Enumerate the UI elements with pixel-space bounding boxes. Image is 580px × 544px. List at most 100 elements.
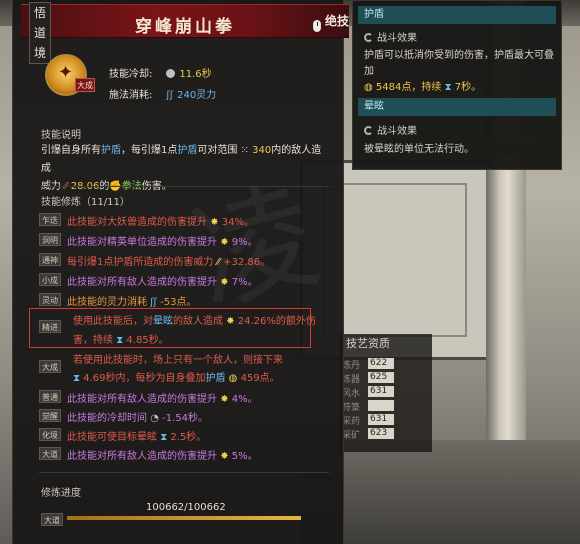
divider — [39, 472, 329, 473]
cultivation-mod: 普通 此技能对所有敌人造成的伤害提升 ✸ 4%。 — [39, 389, 339, 405]
mod-desc: 此技能对所有敌人造成的伤害提升 — [67, 277, 217, 288]
mod-desc: 此技能的灵力消耗 — [67, 297, 147, 308]
mod-text: 每引爆1点护盾所造成的伤害威力 ⁄⁄ +32.86。 — [67, 253, 270, 268]
shield-keyword[interactable]: 护盾 — [177, 145, 197, 156]
progress-tag: 大道 — [41, 513, 63, 526]
mod-value: -1.54秒。 — [162, 413, 208, 424]
stat-value: 623 — [368, 428, 394, 439]
cost-value: 240灵力 — [177, 90, 217, 101]
shield-desc-line: 护盾可以抵消你受到的伤害，护盾最大可叠加 — [364, 50, 554, 77]
skill-name: 穿峰崩山拳 — [135, 17, 235, 37]
stun-subtitle: 战斗效果 — [364, 122, 417, 137]
mod-value: 9%。 — [231, 237, 258, 248]
mod-tag: 觉醒 — [39, 409, 61, 422]
mod-tag: 洞明 — [39, 233, 61, 246]
mod-value: 5%。 — [231, 451, 258, 462]
star-icon: ✸ — [210, 217, 219, 228]
realm-label: 悟 道 境 — [29, 2, 51, 64]
stat-value: 631 — [368, 414, 394, 425]
cost-label: 施法消耗: — [109, 90, 153, 101]
hourglass-icon: ⧗ — [160, 432, 168, 443]
mod-line: 害，持续 ⧗ 4.85秒。 — [73, 331, 169, 346]
mod-tag: 大道 — [39, 447, 61, 460]
mod-value: +32.86。 — [223, 257, 271, 268]
mod-desc: 使用此技能后，对 — [73, 316, 153, 327]
stat-name: 风水 — [342, 389, 361, 399]
star-icon: ✸ — [220, 394, 229, 405]
hourglass-icon: ⧗ — [73, 373, 81, 384]
stat-value: 631 — [368, 386, 394, 397]
cultivation-mod: 大道 此技能对所有敌人造成的伤害提升 ✸ 5%。 — [39, 446, 339, 462]
mod-desc: 此技能对所有敌人造成的伤害提升 — [67, 451, 217, 462]
hourglass-icon: ⧗ — [116, 335, 124, 346]
stat-name: 采矿 — [342, 431, 361, 441]
craft-aptitude-panel: 技艺资质 炼丹 622 炼器 625 风水 631 符箓 采药 631 采矿 623 — [340, 334, 432, 452]
shield-subtitle: 战斗效果 — [364, 29, 417, 44]
spirit-icon: ʃʃ — [150, 297, 157, 308]
clock-icon — [166, 69, 176, 78]
shield-keyword[interactable]: 护盾 — [205, 373, 225, 384]
cooldown-label: 技能冷却: — [109, 69, 153, 80]
stat-row: 风水 631 — [340, 386, 432, 399]
mod-tag: 大成 — [39, 360, 61, 373]
cultivation-mod: 小成 此技能对所有敌人造成的伤害提升 ✸ 7%。 — [39, 272, 339, 288]
progress-value: 100662/100662 — [146, 502, 226, 513]
skill-description: 引爆自身所有护盾，每引爆1点护盾可对范围 ⁙ 340内的敌人造成 威力 ⁄⁄ 2… — [41, 142, 331, 196]
shield-description: 护盾可以抵消你受到的伤害，护盾最大可叠加 ◍ 5484点，持续 ⧗ 7秒。 — [364, 48, 560, 96]
mod-text: 此技能对所有敌人造成的伤害提升 ✸ 5%。 — [67, 447, 258, 462]
stat-name: 采药 — [342, 417, 361, 427]
mod-desc: 4.69秒内，每秒为自身叠加 — [83, 373, 206, 384]
mod-line: 若使用此技能时，场上只有一个敌人，则接下来 — [73, 355, 283, 366]
mod-text: 此技能可使目标晕眩 ⧗ 2.5秒。 — [67, 428, 206, 443]
desc-text: 可对范围 — [197, 145, 238, 156]
shield-keyword[interactable]: 护盾 — [101, 145, 121, 156]
realm-char: 悟 — [33, 6, 46, 20]
shield-icon: ◍ — [364, 82, 373, 93]
realm-char: 道 — [33, 26, 46, 40]
range-value: 340 — [252, 145, 272, 156]
skill-title-bar: 穿峰崩山拳 绝技 — [21, 4, 349, 38]
mod-tag: 小成 — [39, 273, 61, 286]
spirit-icon: ʃʃ — [166, 90, 174, 101]
progress-fill — [67, 516, 301, 520]
stat-name: 炼丹 — [342, 361, 361, 371]
progress-label: 修炼进度 — [41, 488, 81, 499]
mod-value: 4.85秒。 — [126, 335, 169, 346]
mod-desc: 此技能对精英单位造成的伤害提升 — [67, 237, 217, 248]
combat-effect-icon — [364, 126, 373, 135]
cost-row: 施法消耗: ʃʃ 240灵力 — [109, 86, 216, 101]
mod-text: 此技能对精英单位造成的伤害提升 ✸ 9%。 — [67, 233, 258, 248]
cultivation-mod: 通神 每引爆1点护盾所造成的伤害威力 ⁄⁄ +32.86。 — [39, 252, 339, 268]
shield-desc-line: ◍ 5484点，持续 ⧗ 7秒。 — [364, 80, 560, 96]
mod-value: 459点。 — [240, 373, 280, 384]
stun-description: 被晕眩的单位无法行动。 — [364, 144, 474, 155]
mod-desc: 每引爆1点护盾所造成的伤害威力 — [67, 257, 214, 268]
mod-tag: 化境 — [39, 428, 61, 441]
star-icon: ✸ — [220, 237, 229, 248]
mod-desc: 此技能可使目标晕眩 — [67, 432, 157, 443]
stat-row: 采药 631 — [340, 414, 432, 427]
mouse-icon — [313, 20, 321, 32]
mod-desc: 此技能对大妖兽造成的伤害提升 — [67, 217, 207, 228]
description-header: 技能说明 — [41, 130, 81, 141]
mod-value: 24.26%的额外伤 — [237, 316, 316, 327]
mod-text: 此技能对大妖兽造成的伤害提升 ✸ 34%。 — [67, 213, 254, 228]
mod-text: 此技能对所有敌人造成的伤害提升 ✸ 7%。 — [67, 273, 258, 288]
hourglass-icon: ⧗ — [444, 82, 452, 93]
stat-row: 炼器 625 — [340, 372, 432, 385]
mod-tag: 普通 — [39, 390, 61, 403]
mod-line: 使用此技能后，对晕眩的敌人造成 ✸ 24.26%的额外伤 — [73, 312, 316, 327]
shield-title: 护盾 — [358, 6, 556, 24]
stat-row: 符箓 — [340, 400, 432, 413]
cultivation-header: 技能修炼（11/11） — [41, 197, 130, 208]
divider — [39, 186, 329, 187]
shield-sub-text: 战斗效果 — [377, 33, 417, 44]
progress-bar — [67, 516, 301, 520]
star-icon: ✸ — [220, 451, 229, 462]
mod-tag: 精进 — [39, 320, 61, 333]
skill-tooltip: 凌 穿峰崩山拳 绝技 悟 道 境 大成 技能冷却:11.6秒 施法消耗:ʃʃ24… — [12, 0, 349, 544]
stun-title: 晕眩 — [358, 98, 556, 116]
stun-keyword[interactable]: 晕眩 — [153, 316, 173, 327]
mod-desc: 此技能的冷却时间 — [67, 413, 147, 424]
craft-aptitude-title: 技艺资质 — [346, 337, 390, 350]
